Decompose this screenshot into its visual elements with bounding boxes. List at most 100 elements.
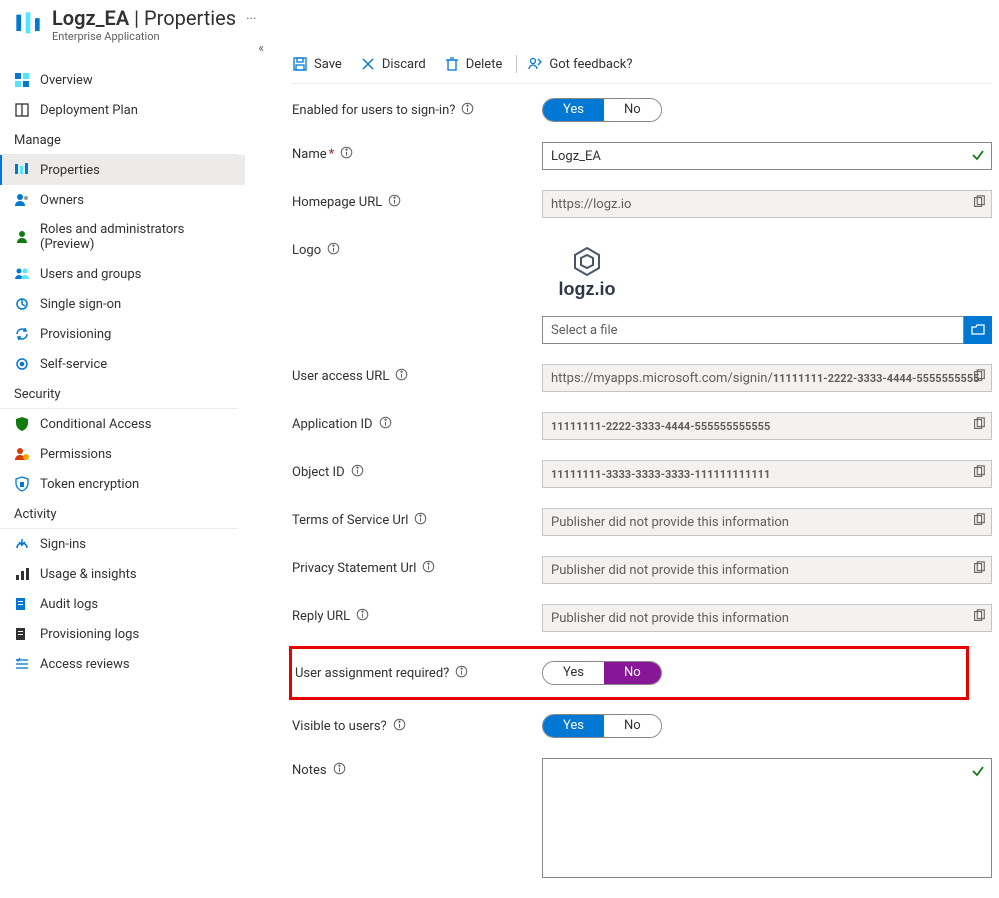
conditional-access-icon <box>14 416 30 432</box>
sidebar-item-roles[interactable]: Roles and administrators (Preview) <box>0 215 245 259</box>
svg-text:logz.io: logz.io <box>559 279 616 299</box>
toggle-yes[interactable]: Yes <box>543 715 604 737</box>
browse-file-button[interactable] <box>964 316 992 344</box>
access-reviews-icon <box>14 656 30 672</box>
name-input[interactable] <box>542 142 992 170</box>
name-label: Name * <box>292 142 542 163</box>
discard-button[interactable]: Discard <box>360 56 426 72</box>
copy-icon[interactable] <box>972 417 986 435</box>
copy-icon[interactable] <box>972 369 986 387</box>
sidebar-item-properties[interactable]: Properties <box>0 155 245 185</box>
info-icon[interactable] <box>327 242 340 259</box>
permissions-icon <box>14 446 30 462</box>
toggle-yes[interactable]: Yes <box>543 99 604 121</box>
button-label: Save <box>314 57 342 72</box>
copy-icon[interactable] <box>972 609 986 627</box>
info-icon[interactable] <box>455 665 468 682</box>
info-icon[interactable] <box>461 102 474 119</box>
copy-icon[interactable] <box>972 513 986 531</box>
sidebar-item-overview[interactable]: Overview <box>0 65 245 95</box>
usage-icon <box>14 566 30 582</box>
button-label: Got feedback? <box>549 57 632 72</box>
save-icon <box>292 56 308 72</box>
sidebar-group-security: Security <box>0 379 238 409</box>
info-icon[interactable] <box>379 416 392 433</box>
info-icon[interactable] <box>356 608 369 625</box>
token-encryption-icon <box>14 476 30 492</box>
delete-button[interactable]: Delete <box>444 56 503 72</box>
sidebar-item-provisioning[interactable]: Provisioning <box>0 319 245 349</box>
sidebar-item-label: Single sign-on <box>40 297 121 312</box>
homepage-label: Homepage URL <box>292 190 542 211</box>
toolbar-separator <box>516 55 517 73</box>
sidebar-item-permissions[interactable]: Permissions <box>0 439 245 469</box>
logo-image: logz.io <box>542 238 632 308</box>
sidebar-item-users-groups[interactable]: Users and groups <box>0 259 245 289</box>
provisioning-icon <box>14 326 30 342</box>
toggle-no[interactable]: No <box>604 662 661 684</box>
sidebar-item-provisioning-logs[interactable]: Provisioning logs <box>0 619 245 649</box>
sidebar-item-label: Properties <box>40 163 100 178</box>
copy-icon[interactable] <box>972 195 986 213</box>
info-icon[interactable] <box>340 146 353 163</box>
info-icon[interactable] <box>395 368 408 385</box>
properties-icon <box>14 162 30 178</box>
notes-textarea[interactable] <box>542 758 992 878</box>
properties-form: Enabled for users to sign-in? Yes No Nam… <box>292 84 992 878</box>
sidebar-item-label: Overview <box>40 73 93 88</box>
info-icon[interactable] <box>351 464 364 481</box>
assign-toggle[interactable]: Yes No <box>542 661 662 685</box>
sidebar-item-sso[interactable]: Single sign-on <box>0 289 245 319</box>
sidebar-item-label: Token encryption <box>40 477 139 492</box>
sidebar-item-token-encryption[interactable]: Token encryption <box>0 469 245 499</box>
enabled-toggle[interactable]: Yes No <box>542 98 662 122</box>
sign-ins-icon <box>14 536 30 552</box>
sidebar-item-owners[interactable]: Owners <box>0 185 245 215</box>
copy-icon[interactable] <box>972 561 986 579</box>
sidebar-item-sign-ins[interactable]: Sign-ins <box>0 529 245 559</box>
collapse-sidebar-icon[interactable]: « <box>258 41 264 55</box>
audit-logs-icon <box>14 596 30 612</box>
toggle-no[interactable]: No <box>604 715 661 737</box>
sidebar-item-label: Audit logs <box>40 597 98 612</box>
sidebar-item-usage-insights[interactable]: Usage & insights <box>0 559 245 589</box>
sidebar-item-audit-logs[interactable]: Audit logs <box>0 589 245 619</box>
enabled-label: Enabled for users to sign-in? <box>292 98 542 119</box>
sso-icon <box>14 296 30 312</box>
discard-icon <box>360 56 376 72</box>
tos-display <box>542 508 992 536</box>
info-icon[interactable] <box>422 560 435 577</box>
sidebar-item-self-service[interactable]: Self-service <box>0 349 245 379</box>
more-actions-icon[interactable]: ··· <box>246 6 256 27</box>
info-icon[interactable] <box>414 512 427 529</box>
feedback-button[interactable]: Got feedback? <box>527 56 632 72</box>
sidebar-item-label: Roles and administrators (Preview) <box>40 222 231 252</box>
page-subtitle: Enterprise Application <box>52 30 236 43</box>
access-url-label: User access URL <box>292 364 542 385</box>
sidebar-item-label: Deployment Plan <box>40 103 138 118</box>
info-icon[interactable] <box>393 718 406 735</box>
obj-id-display: 11111111-3333-3333-3333-111111111111 <box>542 460 992 488</box>
visible-toggle[interactable]: Yes No <box>542 714 662 738</box>
app-name: Logz_EA <box>52 6 129 30</box>
user-assignment-highlighted-row: User assignment required? Yes No <box>289 646 969 700</box>
copy-icon[interactable] <box>972 465 986 483</box>
roles-icon <box>14 229 30 245</box>
sidebar-item-access-reviews[interactable]: Access reviews <box>0 649 245 679</box>
page-name: Properties <box>144 6 236 30</box>
sidebar-item-deployment-plan[interactable]: Deployment Plan <box>0 95 245 125</box>
reply-label: Reply URL <box>292 604 542 625</box>
sidebar-item-label: Self-service <box>40 357 107 372</box>
save-button[interactable]: Save <box>292 56 342 72</box>
info-icon[interactable] <box>333 762 346 779</box>
feedback-icon <box>527 56 543 72</box>
owners-icon <box>14 192 30 208</box>
command-bar: Save Discard Delete Got feedback? <box>292 47 992 84</box>
toggle-no[interactable]: No <box>604 99 661 121</box>
sidebar-item-conditional-access[interactable]: Conditional Access <box>0 409 245 439</box>
file-select-display[interactable]: Select a file <box>542 316 964 344</box>
toggle-yes[interactable]: Yes <box>543 662 604 684</box>
sidebar-item-label: Provisioning <box>40 327 111 342</box>
info-icon[interactable] <box>388 194 401 211</box>
book-icon <box>14 102 30 118</box>
